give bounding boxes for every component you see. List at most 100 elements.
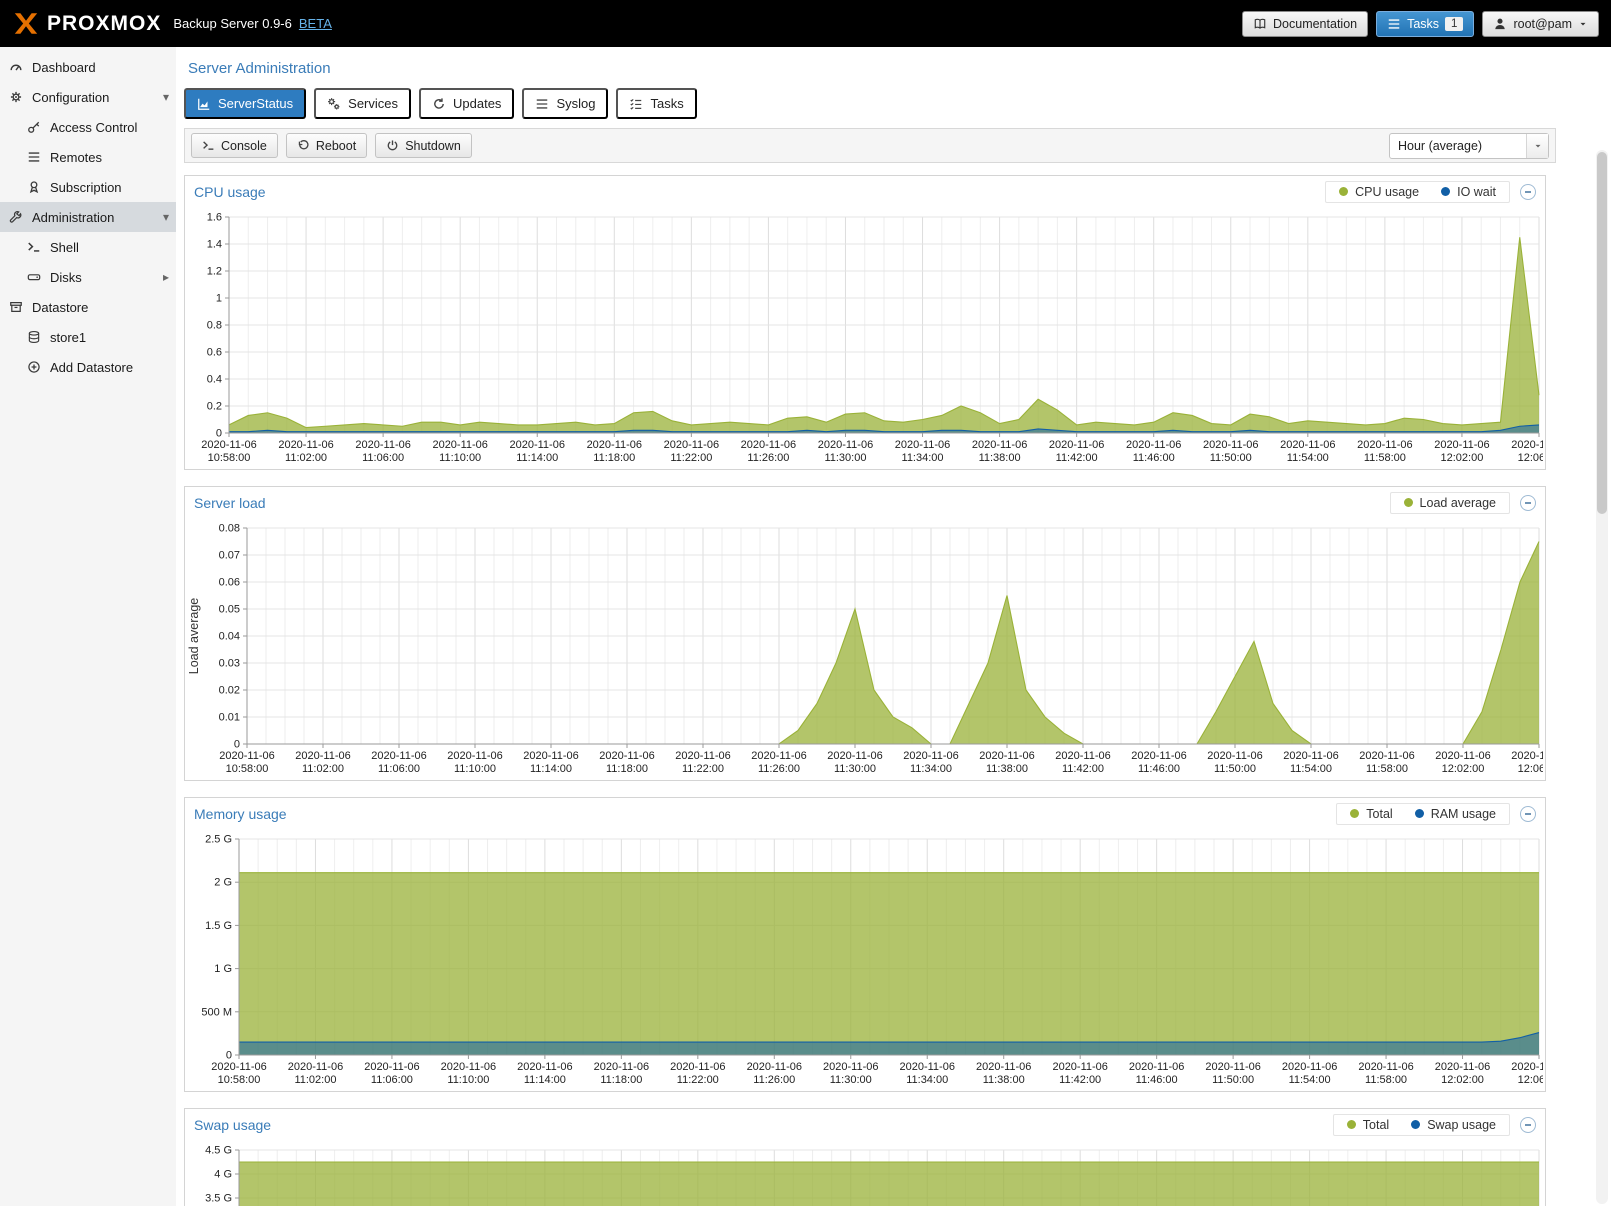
tachometer-icon bbox=[9, 60, 25, 74]
svg-text:2020-11-06: 2020-11-06 bbox=[1129, 1061, 1184, 1073]
svg-text:2020-11-06: 2020-11-06 bbox=[201, 439, 256, 451]
sidebar-item-dashboard[interactable]: Dashboard bbox=[0, 52, 176, 82]
caret-down-icon bbox=[1533, 141, 1543, 151]
sidebar-item-configuration[interactable]: Configuration▾ bbox=[0, 82, 176, 112]
svg-text:11:34:00: 11:34:00 bbox=[902, 452, 944, 464]
user-menu-button[interactable]: root@pam bbox=[1482, 11, 1599, 37]
svg-text:0.08: 0.08 bbox=[219, 523, 240, 535]
collapse-icon[interactable] bbox=[1520, 806, 1536, 822]
shutdown-button[interactable]: Shutdown bbox=[375, 133, 472, 158]
svg-text:2020-11-06: 2020-11-06 bbox=[517, 1061, 572, 1073]
svg-text:0.2: 0.2 bbox=[207, 401, 222, 413]
svg-text:2020-11-06: 2020-11-06 bbox=[1052, 1061, 1107, 1073]
sidebar-item-administration[interactable]: Administration▾ bbox=[0, 202, 176, 232]
svg-text:2020-11-06: 2020-11-06 bbox=[1435, 1061, 1490, 1073]
chart-legend: CPU usage IO wait bbox=[1325, 181, 1510, 203]
timeframe-select[interactable]: Hour (average) bbox=[1389, 133, 1549, 159]
chart-body: 00.20.40.60.811.21.41.62020-11-0610:58:0… bbox=[185, 207, 1545, 469]
vertical-scrollbar[interactable] bbox=[1596, 150, 1608, 1204]
sidebar-item-subscription[interactable]: Subscription bbox=[0, 172, 176, 202]
chevron-right-icon[interactable]: ▸ bbox=[163, 270, 169, 284]
sidebar-item-remotes[interactable]: Remotes bbox=[0, 142, 176, 172]
collapse-icon[interactable] bbox=[1520, 1117, 1536, 1133]
chart-svg: 00.20.40.60.811.21.41.62020-11-0610:58:0… bbox=[185, 207, 1543, 469]
svg-text:11:02:00: 11:02:00 bbox=[285, 452, 327, 464]
database-icon bbox=[27, 330, 43, 344]
cogs-icon bbox=[327, 97, 341, 111]
chevron-down-icon[interactable]: ▾ bbox=[163, 210, 169, 224]
svg-text:11:58:00: 11:58:00 bbox=[1364, 452, 1406, 464]
svg-text:11:42:00: 11:42:00 bbox=[1062, 763, 1104, 775]
scrollbar-thumb[interactable] bbox=[1597, 152, 1607, 514]
legend-item-total[interactable]: Total bbox=[1350, 807, 1392, 821]
svg-text:2020-11-06: 2020-11-06 bbox=[741, 439, 796, 451]
legend-item-load-average[interactable]: Load average bbox=[1404, 496, 1496, 510]
chart-icon bbox=[197, 97, 211, 111]
console-button[interactable]: Console bbox=[191, 133, 278, 158]
svg-text:2020-11-06: 2020-11-06 bbox=[278, 439, 333, 451]
tab-services[interactable]: Services bbox=[314, 88, 411, 119]
beta-link[interactable]: BETA bbox=[299, 16, 332, 31]
list-icon bbox=[27, 150, 43, 164]
tab-updates[interactable]: Updates bbox=[419, 88, 514, 119]
sidebar-item-disks[interactable]: Disks ▸ bbox=[0, 262, 176, 292]
sidebar-item-store1[interactable]: store1 bbox=[0, 322, 176, 352]
svg-text:11:50:00: 11:50:00 bbox=[1214, 763, 1256, 775]
tasks-button[interactable]: Tasks 1 bbox=[1376, 11, 1474, 37]
svg-text:2020-11-06: 2020-11-06 bbox=[1283, 750, 1338, 762]
legend-item-ram-usage[interactable]: RAM usage bbox=[1415, 807, 1496, 821]
reboot-button[interactable]: Reboot bbox=[286, 133, 367, 158]
svg-text:2 G: 2 G bbox=[214, 877, 232, 889]
panel-title: Memory usage bbox=[194, 806, 287, 822]
svg-text:Load average: Load average bbox=[187, 598, 201, 675]
svg-text:12:06:00: 12:06:00 bbox=[1518, 763, 1543, 775]
svg-text:1.5 G: 1.5 G bbox=[205, 920, 232, 932]
toolbar: Console Reboot Shutdown Hour (average) bbox=[184, 128, 1556, 163]
svg-text:11:46:00: 11:46:00 bbox=[1133, 452, 1175, 464]
collapse-icon[interactable] bbox=[1520, 184, 1536, 200]
sidebar-item-shell[interactable]: Shell bbox=[0, 232, 176, 262]
svg-text:2020-11-06: 2020-11-06 bbox=[432, 439, 487, 451]
svg-text:11:26:00: 11:26:00 bbox=[758, 763, 800, 775]
sidebar-item-add-datastore[interactable]: Add Datastore bbox=[0, 352, 176, 382]
caret-down-icon bbox=[1578, 19, 1588, 29]
collapse-icon[interactable] bbox=[1520, 495, 1536, 511]
panel-header: Memory usage Total RAM usage bbox=[185, 798, 1545, 829]
svg-text:11:18:00: 11:18:00 bbox=[606, 763, 648, 775]
sidebar-item-access-control[interactable]: Access Control bbox=[0, 112, 176, 142]
svg-text:11:06:00: 11:06:00 bbox=[371, 1074, 413, 1086]
tab-syslog[interactable]: Syslog bbox=[522, 88, 608, 119]
combo-trigger[interactable] bbox=[1526, 134, 1548, 158]
svg-text:11:10:00: 11:10:00 bbox=[447, 1074, 489, 1086]
chart-body: 00.010.020.030.040.050.060.070.082020-11… bbox=[185, 518, 1545, 780]
panel-header: CPU usageCPU usage IO wait bbox=[185, 176, 1545, 207]
legend-label: RAM usage bbox=[1431, 807, 1496, 821]
documentation-button[interactable]: Documentation bbox=[1242, 11, 1368, 37]
chart-body: 0500 M1 G1.5 G2 G2.5 G3 G3.5 G4 G4.5 G20… bbox=[185, 1140, 1545, 1206]
svg-text:2020-11-06: 2020-11-06 bbox=[1511, 1061, 1543, 1073]
svg-text:2020-11-06: 2020-11-06 bbox=[664, 439, 719, 451]
legend-item-swap-usage[interactable]: Swap usage bbox=[1411, 1118, 1496, 1132]
legend-item-io-wait[interactable]: IO wait bbox=[1441, 185, 1496, 199]
sidebar-item-label: Disks bbox=[50, 270, 82, 285]
legend-swatch bbox=[1404, 498, 1413, 507]
power-icon bbox=[386, 139, 399, 152]
sidebar-item-label: Dashboard bbox=[32, 60, 96, 75]
charts-container: CPU usageCPU usageIO wait00.20.40.60.811… bbox=[184, 175, 1611, 1206]
chevron-down-icon[interactable]: ▾ bbox=[163, 90, 169, 104]
sidebar-item-datastore[interactable]: Datastore bbox=[0, 292, 176, 322]
legend-swatch bbox=[1441, 187, 1450, 196]
tab-tasks[interactable]: Tasks bbox=[616, 88, 696, 119]
legend-item-cpu-usage[interactable]: CPU usage bbox=[1339, 185, 1419, 199]
console-label: Console bbox=[221, 139, 267, 153]
legend-item-total[interactable]: Total bbox=[1347, 1118, 1389, 1132]
legend-label: CPU usage bbox=[1355, 185, 1419, 199]
svg-text:11:14:00: 11:14:00 bbox=[524, 1074, 566, 1086]
tab-serverstatus[interactable]: ServerStatus bbox=[184, 88, 306, 119]
svg-text:2020-11-06: 2020-11-06 bbox=[594, 1061, 649, 1073]
chart-svg: 0500 M1 G1.5 G2 G2.5 G3 G3.5 G4 G4.5 G20… bbox=[185, 1140, 1543, 1206]
main-content: Server Administration ServerStatusServic… bbox=[176, 47, 1611, 1206]
svg-text:500 M: 500 M bbox=[201, 1006, 232, 1018]
svg-text:2020-11-06: 2020-11-06 bbox=[1131, 750, 1186, 762]
svg-text:2020-11-06: 2020-11-06 bbox=[823, 1061, 878, 1073]
